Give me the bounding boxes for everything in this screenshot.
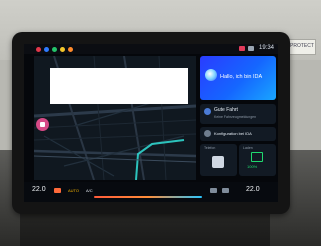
settings-icon xyxy=(204,130,211,137)
ambient-light-strip xyxy=(94,196,202,198)
assistant-orb-icon xyxy=(205,69,217,81)
profile-icon[interactable] xyxy=(239,46,245,51)
app-shortcut-yellow[interactable] xyxy=(60,47,65,52)
redacted-area xyxy=(50,68,188,104)
infotainment-screen: 19:34 Hallo, ich bin IDA Gute Fahrt Kein… xyxy=(24,44,278,202)
app-shortcut-red[interactable] xyxy=(36,47,41,52)
voice-assistant-tile[interactable]: Hallo, ich bin IDA xyxy=(200,56,276,100)
ac-button[interactable]: A/C xyxy=(86,188,93,193)
left-temperature[interactable]: 22.0 xyxy=(32,186,46,193)
sticker-text: PROTECT xyxy=(290,43,314,49)
right-temperature[interactable]: 22.0 xyxy=(246,186,260,193)
configuration-tile[interactable]: Konfiguration bei IDA xyxy=(200,127,276,141)
signal-icon xyxy=(248,46,254,51)
configuration-label: Konfiguration bei IDA xyxy=(214,131,252,136)
app-shortcut-orange[interactable] xyxy=(68,47,73,52)
charge-level: 100% xyxy=(247,164,258,169)
app-shortcut-blue[interactable] xyxy=(44,47,49,52)
status-bar: 19:34 xyxy=(24,44,278,54)
battery-icon xyxy=(251,152,263,162)
clock: 19:34 xyxy=(258,45,274,51)
phone-icon xyxy=(212,156,224,168)
navigation-map[interactable] xyxy=(34,56,196,180)
vehicle-status-tile[interactable]: Gute Fahrt Keine Fahrzeugmeldungen xyxy=(200,104,276,124)
charging-tile[interactable]: Laden 100% xyxy=(239,144,276,176)
phone-tile-label: Telefon xyxy=(204,146,216,150)
assistant-greeting: Hallo, ich bin IDA xyxy=(220,74,263,80)
vehicle-status-subtitle: Keine Fahrzeugmeldungen xyxy=(214,115,257,119)
climate-bar: 22.0 AUTO A/C 22.0 xyxy=(24,182,278,202)
vehicle-status-title: Gute Fahrt xyxy=(214,107,238,113)
defrost-icon[interactable] xyxy=(222,188,229,193)
windshield-sticker: PROTECT xyxy=(288,39,316,55)
phone-tile[interactable]: Telefon xyxy=(200,144,237,176)
home-button[interactable] xyxy=(36,118,49,131)
car-icon xyxy=(204,108,211,115)
charging-tile-label: Laden xyxy=(243,146,253,150)
auto-climate-button[interactable]: AUTO xyxy=(68,188,79,193)
app-shortcuts xyxy=(36,47,73,52)
seat-heat-icon[interactable] xyxy=(54,188,61,193)
app-shortcut-green[interactable] xyxy=(52,47,57,52)
fan-icon[interactable] xyxy=(210,188,217,193)
